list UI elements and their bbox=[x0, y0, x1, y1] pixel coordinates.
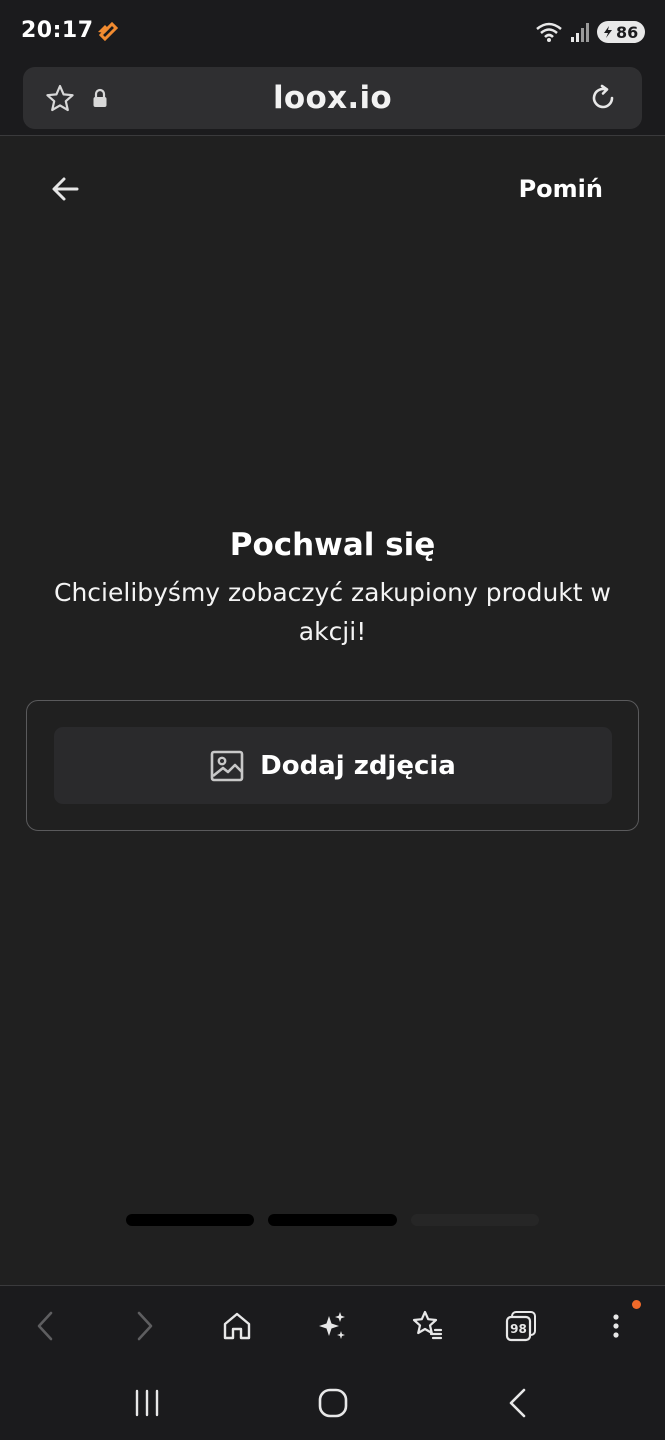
reload-icon[interactable] bbox=[588, 83, 618, 113]
back-arrow-icon[interactable] bbox=[48, 171, 84, 207]
progress-step-3 bbox=[410, 1214, 539, 1226]
status-icons: 86 bbox=[535, 19, 645, 45]
status-bar: 20:17 86 bbox=[0, 0, 665, 64]
image-icon bbox=[210, 750, 244, 781]
battery-icon: 86 bbox=[597, 21, 645, 43]
browser-toolbar: 98 bbox=[0, 1285, 665, 1367]
back-icon[interactable] bbox=[28, 1308, 64, 1344]
status-time: 20:17 bbox=[21, 18, 94, 43]
recent-apps-icon[interactable] bbox=[130, 1386, 164, 1420]
upload-card: Dodaj zdjęcia bbox=[26, 700, 639, 831]
url-text: loox.io bbox=[272, 80, 393, 116]
battery-level: 86 bbox=[616, 22, 639, 42]
bookmarks-icon[interactable] bbox=[409, 1308, 445, 1344]
tabs-icon[interactable]: 98 bbox=[503, 1308, 539, 1344]
home-circle-icon[interactable] bbox=[316, 1386, 350, 1420]
add-photos-button[interactable]: Dodaj zdjęcia bbox=[54, 727, 612, 804]
url-field[interactable]: loox.io bbox=[23, 67, 642, 129]
sparkle-icon[interactable] bbox=[314, 1308, 350, 1344]
more-icon[interactable] bbox=[598, 1308, 634, 1344]
progress-step-1 bbox=[126, 1214, 255, 1226]
signal-icon bbox=[571, 23, 589, 42]
forward-icon[interactable] bbox=[126, 1308, 162, 1344]
browser-address-bar: loox.io bbox=[0, 64, 665, 136]
add-photos-label: Dodaj zdjęcia bbox=[260, 750, 456, 781]
page-subtitle: Chcielibyśmy zobaczyć zakupiony produkt … bbox=[54, 578, 611, 646]
tabs-count: 98 bbox=[510, 1322, 527, 1336]
skip-button[interactable]: Pomiń bbox=[519, 175, 603, 203]
system-navigation-bar bbox=[0, 1367, 665, 1440]
page-title: Pochwal się bbox=[229, 527, 436, 563]
step-progress bbox=[126, 1214, 539, 1226]
progress-step-2 bbox=[268, 1214, 397, 1226]
review-page: Pomiń Pochwal się Chcielibyśmy zobaczyć … bbox=[0, 137, 665, 1285]
notification-dot bbox=[632, 1300, 641, 1309]
wifi-icon bbox=[536, 22, 562, 42]
home-icon[interactable] bbox=[219, 1308, 255, 1344]
notification-app-icon bbox=[98, 22, 118, 42]
system-back-icon[interactable] bbox=[502, 1386, 536, 1420]
